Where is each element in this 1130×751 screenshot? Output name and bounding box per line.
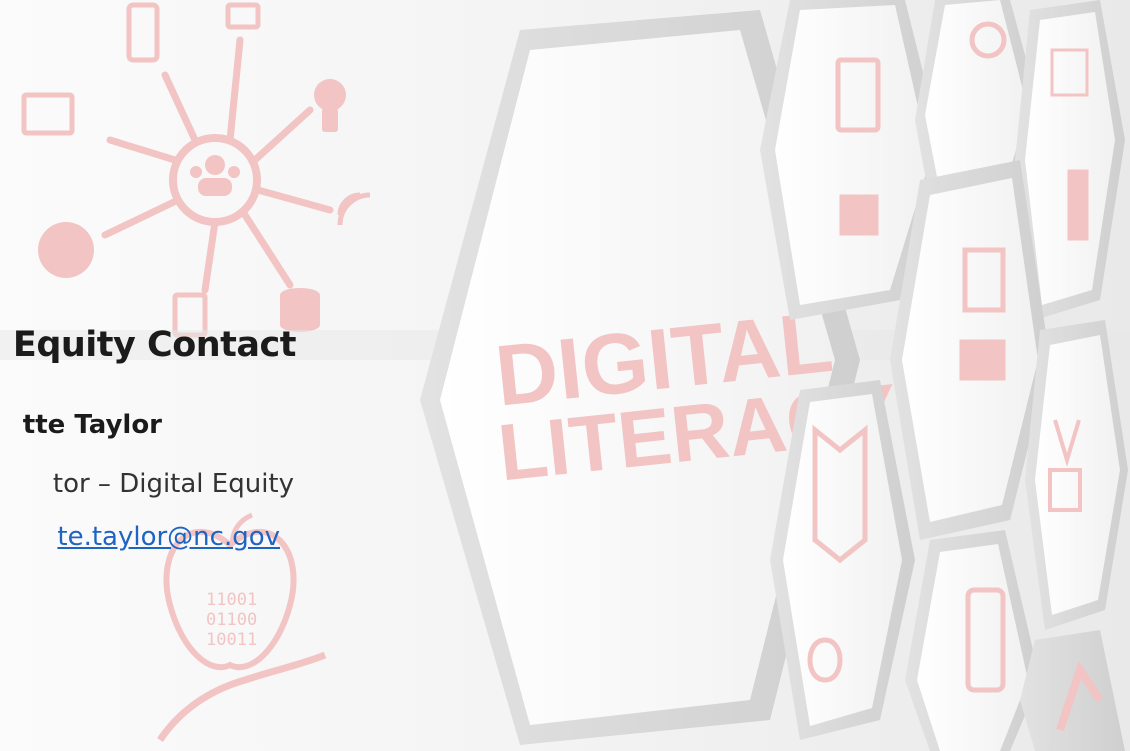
background-illustration: 11001 01100 10011 DIGITAL LITERACY	[0, 0, 1130, 751]
wifi-icon	[337, 192, 371, 226]
svg-text:11001: 11001	[206, 590, 257, 610]
svg-text:01100: 01100	[206, 610, 257, 630]
people-icon	[190, 155, 240, 196]
binary-text: 11001 01100 10011	[206, 590, 257, 650]
slide: 11001 01100 10011 DIGITAL LITERACY Equit…	[0, 0, 1130, 751]
contact-email-link[interactable]: te.taylor@nc.gov	[0, 517, 280, 557]
database-icon	[280, 288, 320, 332]
lightbulb-icon	[314, 79, 346, 132]
globe-icon	[38, 222, 94, 278]
svg-text:10011: 10011	[206, 630, 257, 650]
